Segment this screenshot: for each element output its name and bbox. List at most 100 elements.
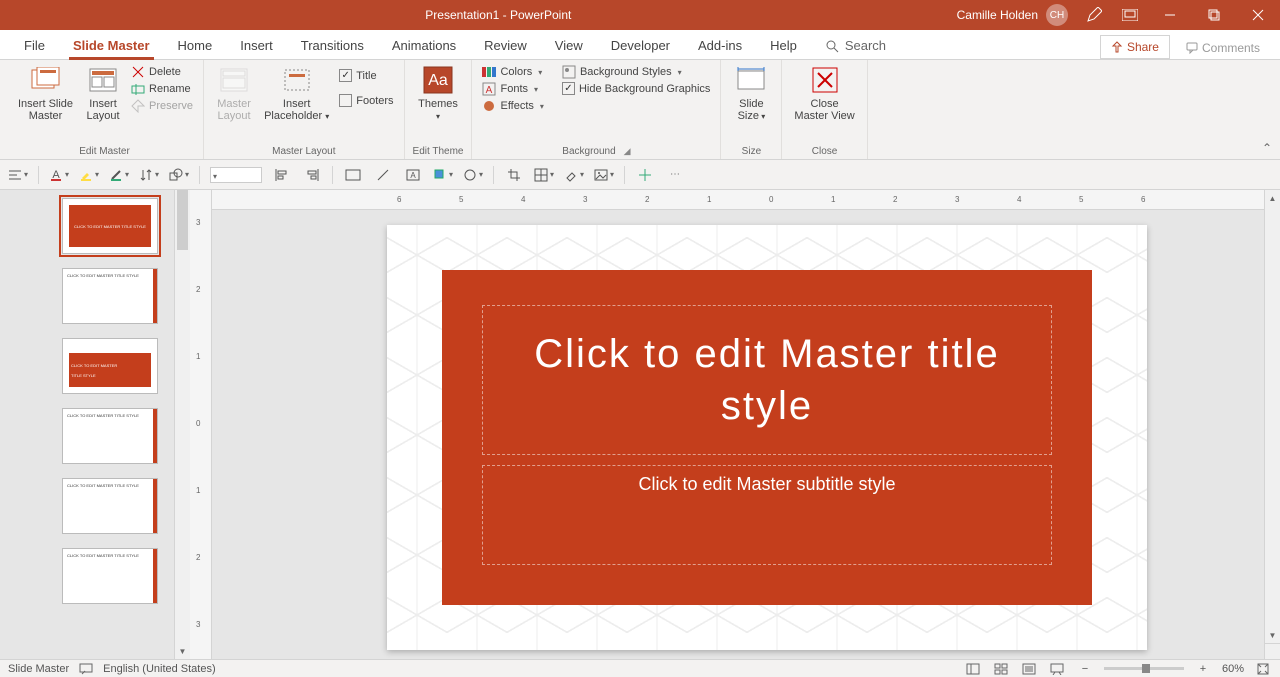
tab-home[interactable]: Home: [164, 32, 227, 59]
background-styles-button[interactable]: Background Styles: [560, 64, 712, 80]
fonts-button[interactable]: AFonts: [480, 81, 545, 97]
themes-button[interactable]: Aa Themes▾: [414, 62, 462, 124]
shapes-menu[interactable]: [167, 164, 191, 186]
title-checkbox[interactable]: ✓Title: [337, 68, 395, 83]
rect-button[interactable]: [341, 164, 365, 186]
share-button[interactable]: Share: [1100, 35, 1170, 59]
tab-animations[interactable]: Animations: [378, 32, 470, 59]
normal-view-icon[interactable]: [964, 663, 982, 675]
tab-insert[interactable]: Insert: [226, 32, 287, 59]
zoom-slider[interactable]: [1104, 667, 1184, 670]
circle-button[interactable]: [461, 164, 485, 186]
search-box[interactable]: Search: [811, 32, 900, 59]
slide-canvas-area[interactable]: Click to edit Master title style Click t…: [212, 210, 1264, 659]
line-button[interactable]: [371, 164, 395, 186]
rename-button[interactable]: Rename: [129, 81, 195, 97]
shape-fill-button[interactable]: [431, 164, 455, 186]
themes-icon: Aa: [422, 64, 454, 96]
colors-button[interactable]: Colors: [480, 64, 545, 80]
status-language[interactable]: English (United States): [103, 663, 216, 675]
tab-developer[interactable]: Developer: [597, 32, 684, 59]
group-close: Close Master View Close: [782, 60, 867, 159]
maximize-button[interactable]: [1192, 0, 1236, 30]
preserve-icon: [131, 99, 145, 113]
tab-file[interactable]: File: [10, 32, 59, 59]
bg-launcher-icon[interactable]: ◢: [624, 146, 631, 157]
align-right-button[interactable]: [300, 164, 324, 186]
rename-icon: [131, 82, 145, 96]
sorter-view-icon[interactable]: [992, 663, 1010, 675]
zoom-value[interactable]: 60%: [1222, 663, 1244, 675]
delete-button[interactable]: Delete: [129, 64, 195, 80]
vertical-scrollbar[interactable]: ▲▼: [1264, 190, 1280, 659]
insert-placeholder-button[interactable]: Insert Placeholder ▾: [260, 62, 333, 124]
footers-checkbox[interactable]: Footers: [337, 93, 395, 108]
slide-size-button[interactable]: Slide Size ▾: [729, 62, 773, 124]
subtitle-placeholder[interactable]: Click to edit Master subtitle style: [482, 465, 1052, 565]
group-edit-theme: Aa Themes▾ Edit Theme: [405, 60, 473, 159]
thumbnail-3[interactable]: CLICK TO EDIT MASTERTITLE STYLE: [62, 338, 158, 394]
reading-view-icon[interactable]: [1020, 663, 1038, 675]
style-picker[interactable]: [210, 167, 262, 183]
eraser-button[interactable]: [562, 164, 586, 186]
textbox-button[interactable]: A: [401, 164, 425, 186]
user-area[interactable]: Camille Holden CH: [957, 4, 1068, 26]
thumbnail-2[interactable]: CLICK TO EDIT MASTER TITLE STYLE: [62, 268, 158, 324]
more-button[interactable]: ⋯: [663, 164, 687, 186]
hide-background-checkbox[interactable]: ✓Hide Background Graphics: [560, 81, 712, 96]
highlight-button[interactable]: [77, 164, 101, 186]
group-master-layout: Master Layout Insert Placeholder ▾ ✓Titl…: [204, 60, 404, 159]
tab-help[interactable]: Help: [756, 32, 811, 59]
align-left-button[interactable]: [270, 164, 294, 186]
svg-text:Aa: Aa: [428, 72, 448, 89]
work-area: CLICK TO EDIT MASTER TITLE STYLE CLICK T…: [0, 190, 1280, 659]
guides-button[interactable]: [633, 164, 657, 186]
ribbon: Insert Slide Master Insert Layout Delete…: [0, 60, 1280, 160]
secondary-toolbar: A A ⋯: [0, 160, 1280, 190]
spellcheck-icon[interactable]: [79, 663, 93, 675]
group-edit-master: Insert Slide Master Insert Layout Delete…: [6, 60, 204, 159]
thumbnail-6[interactable]: CLICK TO EDIT MASTER TITLE STYLE: [62, 548, 158, 604]
table-button[interactable]: [532, 164, 556, 186]
sort-button[interactable]: [137, 164, 161, 186]
group-size: Slide Size ▾ Size: [721, 60, 782, 159]
zoom-in-button[interactable]: +: [1194, 663, 1212, 675]
ink-button[interactable]: [107, 164, 131, 186]
picture-button[interactable]: [592, 164, 616, 186]
master-layout-button: Master Layout: [212, 62, 256, 124]
tab-addins[interactable]: Add-ins: [684, 32, 756, 59]
tab-review[interactable]: Review: [470, 32, 541, 59]
thumbnail-4[interactable]: CLICK TO EDIT MASTER TITLE STYLE: [62, 408, 158, 464]
comments-button[interactable]: Comments: [1176, 37, 1270, 59]
thumbnail-scrollbar[interactable]: ▲▼: [174, 190, 190, 659]
comment-icon: [1186, 42, 1198, 54]
group-label-edit-theme: Edit Theme: [413, 144, 464, 159]
crop-button[interactable]: [502, 164, 526, 186]
zoom-out-button[interactable]: −: [1076, 663, 1094, 675]
collapse-ribbon-icon[interactable]: ⌃: [1262, 141, 1272, 155]
display-mode-icon[interactable]: [1112, 9, 1148, 21]
share-icon: [1111, 41, 1123, 53]
close-master-view-button[interactable]: Close Master View: [790, 62, 858, 124]
user-avatar: CH: [1046, 4, 1068, 26]
tab-transitions[interactable]: Transitions: [287, 32, 378, 59]
status-bar: Slide Master English (United States) − +…: [0, 659, 1280, 677]
minimize-button[interactable]: [1148, 0, 1192, 30]
title-placeholder[interactable]: Click to edit Master title style: [482, 305, 1052, 455]
pen-icon[interactable]: [1076, 7, 1112, 23]
align-menu[interactable]: [6, 164, 30, 186]
thumbnail-5[interactable]: CLICK TO EDIT MASTER TITLE STYLE: [62, 478, 158, 534]
tab-slide-master[interactable]: Slide Master: [59, 32, 164, 59]
insert-layout-button[interactable]: Insert Layout: [81, 62, 125, 124]
preserve-button[interactable]: Preserve: [129, 98, 195, 114]
insert-slide-master-button[interactable]: Insert Slide Master: [14, 62, 77, 124]
close-button[interactable]: [1236, 0, 1280, 30]
tab-view[interactable]: View: [541, 32, 597, 59]
font-color-button[interactable]: A: [47, 164, 71, 186]
slideshow-view-icon[interactable]: [1048, 663, 1066, 675]
slide-master[interactable]: Click to edit Master title style Click t…: [387, 225, 1147, 650]
effects-button[interactable]: Effects: [480, 98, 545, 114]
fit-window-button[interactable]: [1254, 663, 1272, 675]
thumbnail-1[interactable]: CLICK TO EDIT MASTER TITLE STYLE: [62, 198, 158, 254]
horizontal-ruler: 6 5 4 3 2 1 0 1 2 3 4 5 6: [212, 190, 1264, 210]
